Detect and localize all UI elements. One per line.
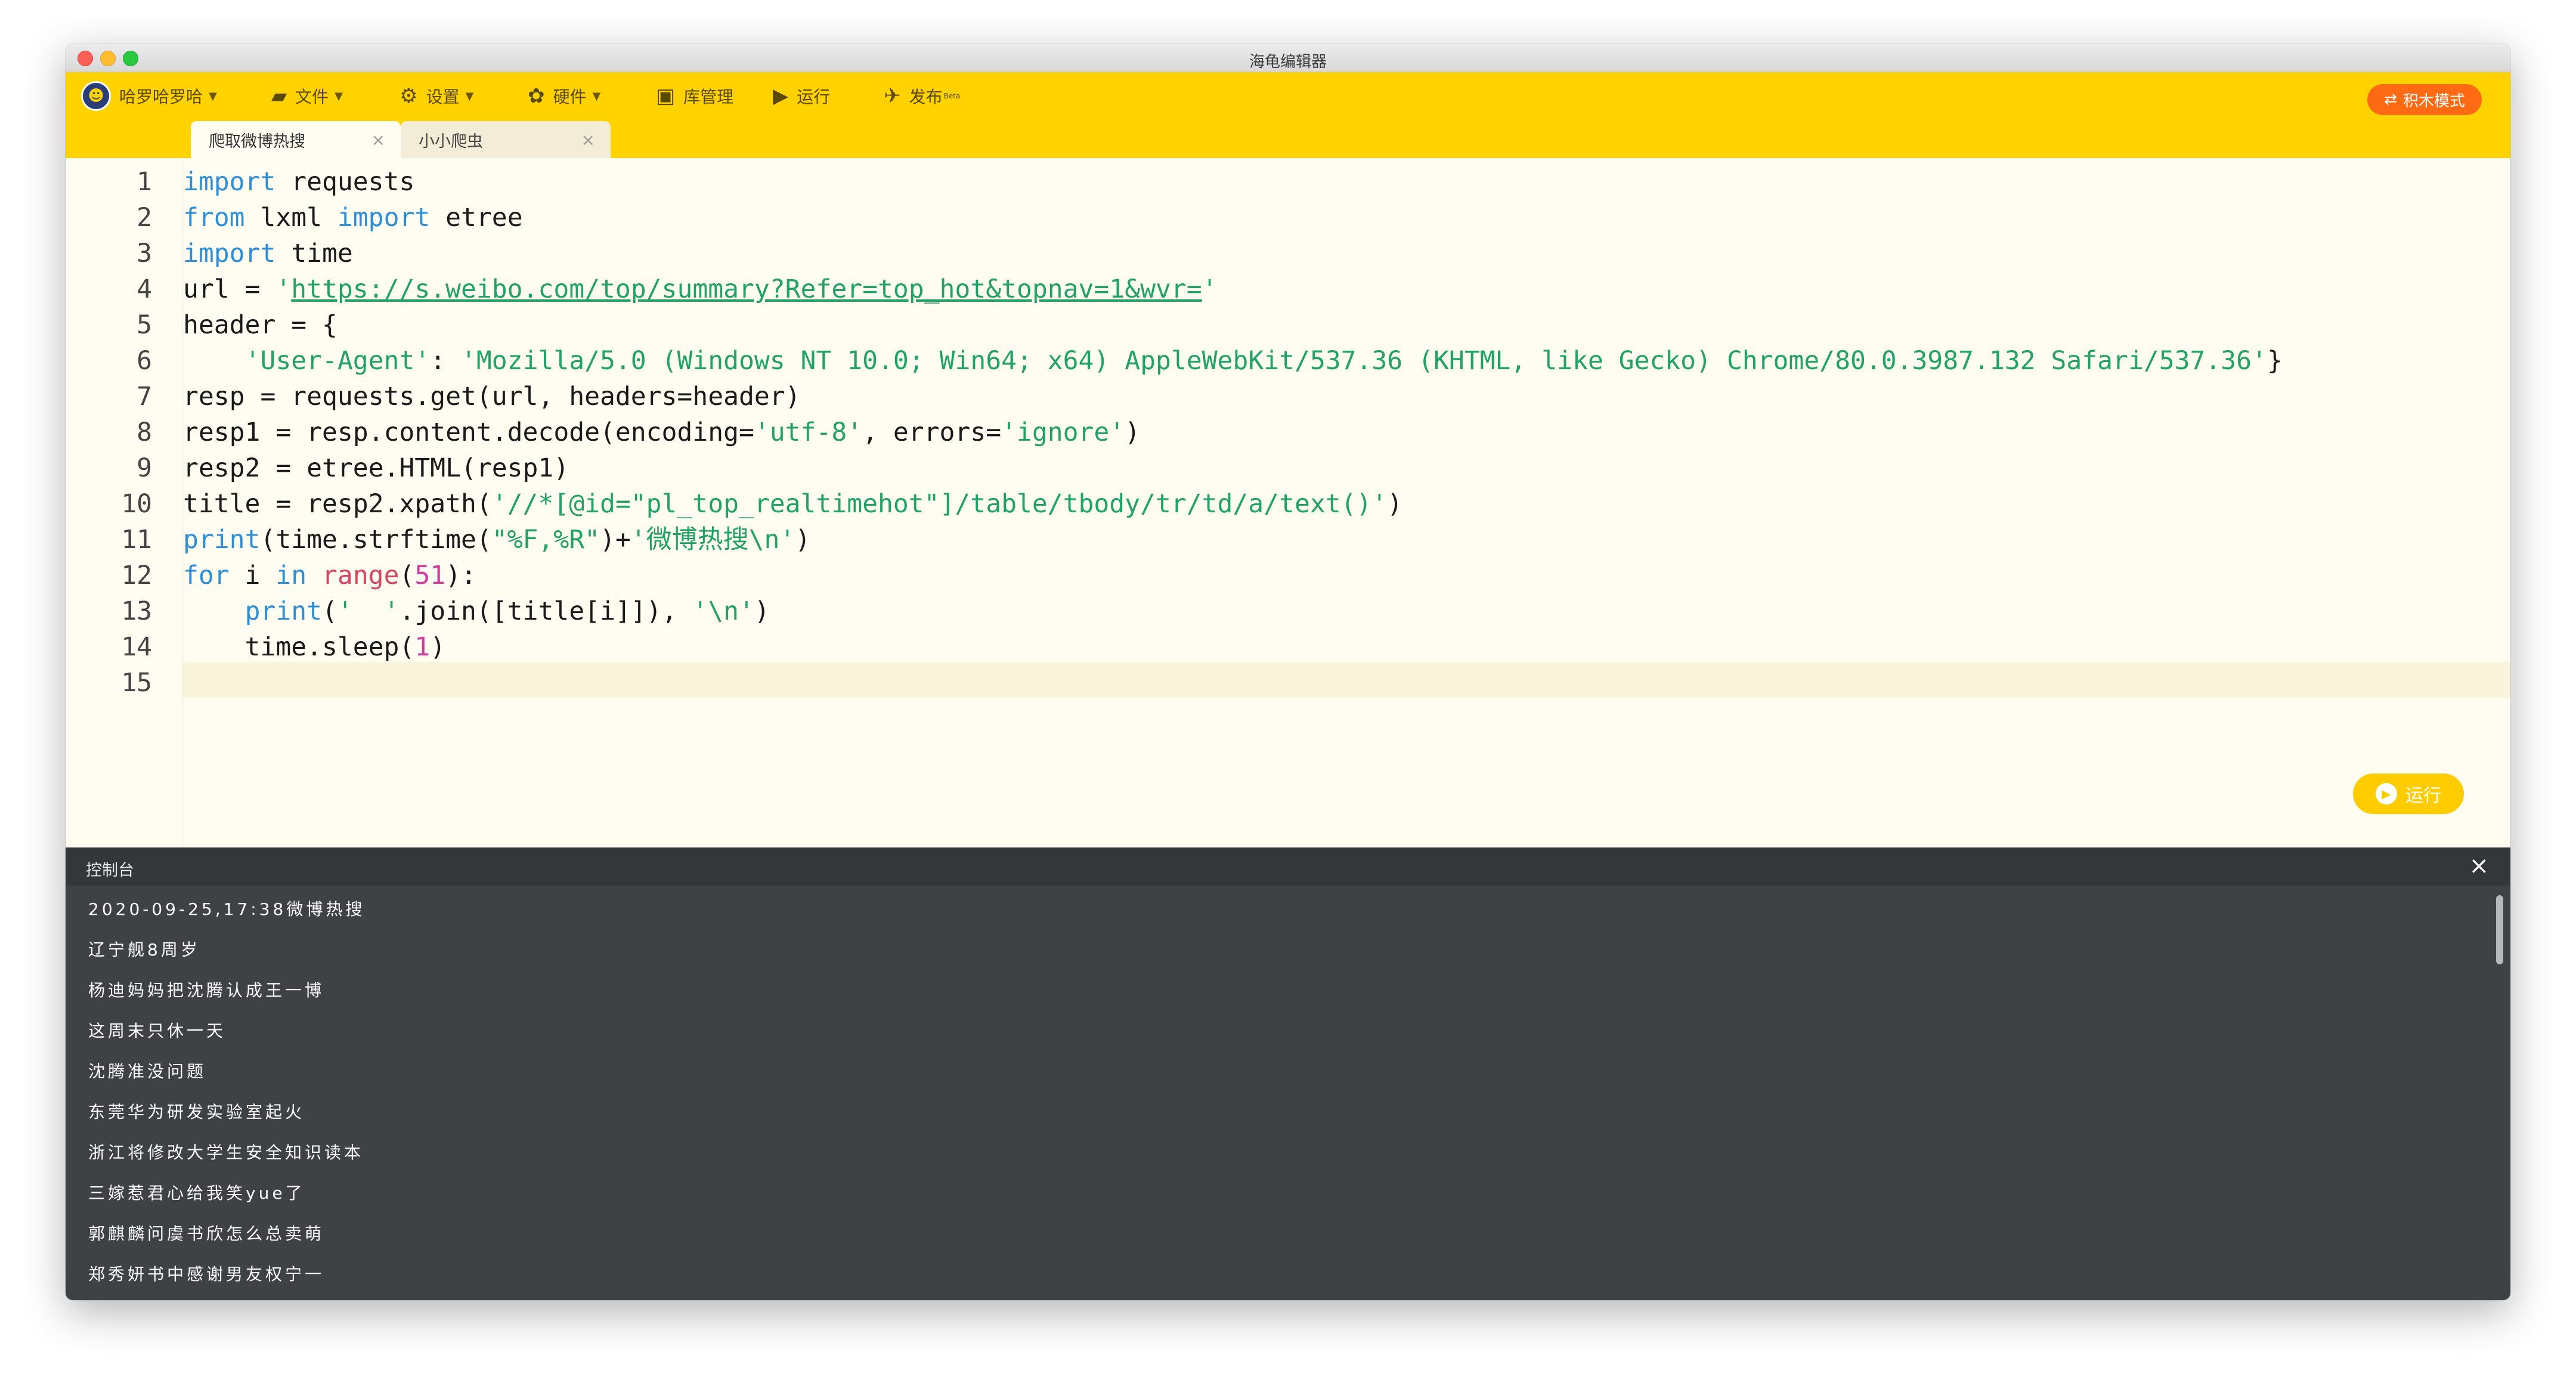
gear-icon: ⚙ xyxy=(400,84,418,108)
line-number: 9 xyxy=(137,453,152,483)
console-output-line: 郭麒麟问虞书欣怎么总卖萌 xyxy=(88,1224,325,1243)
console-output-line: 沈腾准没问题 xyxy=(88,1062,207,1081)
code-line-13: print(' '.join([title[i]]), '\n') xyxy=(244,596,770,626)
console-scrollbar[interactable] xyxy=(2496,895,2503,964)
play-circle-icon: ▶ xyxy=(773,84,789,108)
toolbar-run-label: 运行 xyxy=(797,87,831,107)
block-mode-button[interactable]: ⇄ 积木模式 xyxy=(2367,84,2482,115)
console-output-line: 2020-09-25,17:38微博热搜 xyxy=(88,899,366,919)
hardware-menu[interactable]: ✿ 硬件 ▼ xyxy=(528,82,600,110)
switch-icon: ⇄ xyxy=(2384,91,2397,109)
avatar-icon: ☻ xyxy=(81,81,111,111)
hardware-menu-label: 硬件 xyxy=(553,87,587,107)
editor-run-label: 运行 xyxy=(2405,785,2441,806)
paper-plane-icon: ✈ xyxy=(884,84,901,108)
settings-menu-label: 设置 xyxy=(426,87,460,107)
turtle-icon: ✿ xyxy=(528,84,545,108)
library-button-label: 库管理 xyxy=(683,87,734,107)
code-line-6: 'User-Agent': 'Mozilla/5.0 (Windows NT 1… xyxy=(244,346,2283,376)
console-header: 控制台 × xyxy=(66,847,2510,886)
line-number: 7 xyxy=(137,382,152,412)
tab-small-crawler[interactable]: 小小爬虫 × xyxy=(401,121,611,158)
chevron-down-icon: ▼ xyxy=(592,89,601,103)
settings-menu[interactable]: ⚙ 设置 ▼ xyxy=(400,82,473,110)
tab-label: 爬取微博热搜 xyxy=(209,132,305,151)
title-bar: 海龟编辑器 xyxy=(66,44,2510,72)
publish-button[interactable]: ✈ 发布 Beta xyxy=(884,82,960,110)
code-line-5: header = { xyxy=(183,310,338,340)
beta-badge: Beta xyxy=(943,92,961,100)
console-output-line: 三嫁惹君心给我笑yue了 xyxy=(88,1183,305,1203)
close-console-icon[interactable]: × xyxy=(2469,852,2489,880)
line-number: 6 xyxy=(137,346,152,376)
app-window: 海龟编辑器 ☻ 哈罗哈罗哈 ▼ ▰ 文件 ▼ ⚙ 设置 ▼ ✿ 硬件 ▼ ▣ 库… xyxy=(66,44,2510,1300)
code-line-11: print(time.strftime("%F,%R")+'微博热搜\n') xyxy=(183,525,811,555)
code-line-10: title = resp2.xpath('//*[@id="pl_top_rea… xyxy=(183,489,1403,519)
code-line-14: time.sleep(1) xyxy=(183,632,446,662)
line-number: 12 xyxy=(121,561,152,590)
console-output-line: 这周末只休一天 xyxy=(88,1021,227,1041)
code-line-9: resp2 = etree.HTML(resp1) xyxy=(183,453,569,483)
line-number: 5 xyxy=(137,310,152,340)
code-line-7: resp = requests.get(url, headers=header) xyxy=(183,382,801,412)
file-menu[interactable]: ▰ 文件 ▼ xyxy=(271,82,343,110)
line-number-gutter: 1 2 3 4 5 6 7 8 9 10 11 12 13 14 15 xyxy=(66,158,182,847)
block-mode-label: 积木模式 xyxy=(2402,92,2465,110)
code-line-8: resp1 = resp.content.decode(encoding='ut… xyxy=(183,417,1141,447)
line-number: 13 xyxy=(121,596,152,626)
toolbar: ☻ 哈罗哈罗哈 ▼ ▰ 文件 ▼ ⚙ 设置 ▼ ✿ 硬件 ▼ ▣ 库管理 ▶ 运… xyxy=(66,72,2510,121)
code-editor[interactable]: 1 2 3 4 5 6 7 8 9 10 11 12 13 14 15 impo… xyxy=(66,158,2510,847)
window-title: 海龟编辑器 xyxy=(1249,53,1327,71)
line-number: 15 xyxy=(121,668,152,698)
toolbar-run-button[interactable]: ▶ 运行 xyxy=(773,82,830,110)
close-tab-icon[interactable]: × xyxy=(371,130,385,150)
line-number: 1 xyxy=(137,167,152,197)
play-icon: ▶ xyxy=(2376,783,2397,805)
editor-run-button[interactable]: ▶ 运行 xyxy=(2353,774,2464,814)
file-menu-label: 文件 xyxy=(295,87,329,107)
console-output-line: 浙江将修改大学生安全知识读本 xyxy=(88,1143,364,1162)
console-output-line: 东莞华为研发实验室起火 xyxy=(88,1102,305,1122)
line-number: 14 xyxy=(121,632,152,662)
console-panel: 控制台 × 2020-09-25,17:38微博热搜 辽宁舰8周岁 杨迪妈妈把沈… xyxy=(66,847,2510,1300)
tab-label: 小小爬虫 xyxy=(419,132,483,151)
tab-bar: 爬取微博热搜 × 小小爬虫 × xyxy=(66,121,2510,158)
line-number: 8 xyxy=(137,417,152,447)
active-line-highlight xyxy=(182,662,2510,698)
line-number: 10 xyxy=(121,489,152,519)
code-line-1: import requests xyxy=(183,167,415,197)
console-output-line: 郑秀妍书中感谢男友权宁一 xyxy=(88,1264,325,1284)
line-number: 2 xyxy=(137,203,152,233)
code-url-link[interactable]: https://s.weibo.com/top/summary?Refer=to… xyxy=(291,274,1202,304)
chevron-down-icon: ▼ xyxy=(209,89,217,103)
code-line-12: for i in range(51): xyxy=(183,561,476,590)
library-icon: ▣ xyxy=(656,84,676,108)
library-button[interactable]: ▣ 库管理 xyxy=(656,82,733,110)
code-line-2: from lxml import etree xyxy=(183,203,523,233)
tab-weibo-crawler[interactable]: 爬取微博热搜 × xyxy=(191,121,401,158)
user-menu[interactable]: ☻ 哈罗哈罗哈 ▼ xyxy=(81,81,217,111)
close-tab-icon[interactable]: × xyxy=(581,130,595,150)
chevron-down-icon: ▼ xyxy=(465,89,474,103)
line-number: 3 xyxy=(137,239,152,268)
user-name: 哈罗哈罗哈 xyxy=(119,87,203,107)
chevron-down-icon: ▼ xyxy=(335,89,343,103)
console-output-line: 杨迪妈妈把沈腾认成王一博 xyxy=(88,980,325,1000)
folder-icon: ▰ xyxy=(271,84,287,108)
console-title: 控制台 xyxy=(86,861,134,880)
line-number: 4 xyxy=(137,274,152,304)
code-line-4: url = 'https://s.weibo.com/top/summary?R… xyxy=(183,274,1218,304)
code-line-3: import time xyxy=(183,239,353,268)
publish-button-label: 发布 xyxy=(909,87,943,107)
console-output-line: 辽宁舰8周岁 xyxy=(88,940,200,960)
line-number: 11 xyxy=(121,525,152,555)
